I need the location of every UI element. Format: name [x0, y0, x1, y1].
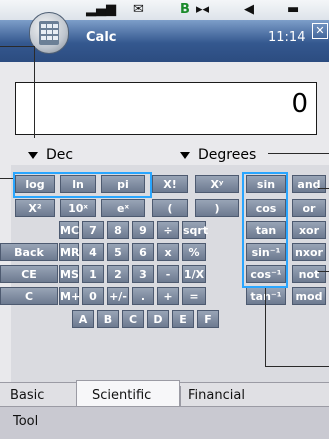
tab-basic[interactable]: Basic: [10, 386, 44, 406]
key-9[interactable]: 9: [132, 221, 154, 239]
key-cos[interactable]: cos: [246, 199, 286, 217]
key-factorial[interactable]: X!: [152, 175, 188, 193]
key-decimal[interactable]: .: [132, 287, 154, 305]
key-sqrt[interactable]: sqrt: [182, 221, 208, 239]
key-hex-e[interactable]: E: [172, 310, 194, 328]
key-arccos[interactable]: cos⁻¹: [246, 265, 286, 283]
speaker-icon[interactable]: ◀: [244, 2, 254, 18]
key-pi[interactable]: pi: [101, 175, 145, 193]
callout-line: [0, 178, 13, 179]
key-back[interactable]: Back: [0, 243, 58, 261]
key-plus[interactable]: +: [157, 287, 179, 305]
bottom-toolbar: [0, 406, 329, 439]
key-7[interactable]: 7: [82, 221, 104, 239]
key-plus-minus[interactable]: +/-: [107, 287, 129, 305]
key-ten-power[interactable]: 10ˣ: [60, 199, 96, 217]
key-close-paren[interactable]: ): [195, 199, 239, 217]
bluetooth-icon[interactable]: B: [180, 2, 190, 18]
key-and[interactable]: and: [292, 175, 326, 193]
number-base-value: Dec: [46, 147, 74, 163]
tab-financial[interactable]: Financial: [188, 386, 245, 406]
key-8[interactable]: 8: [107, 221, 129, 239]
key-power[interactable]: Xʸ: [195, 175, 239, 193]
key-ce[interactable]: CE: [0, 265, 58, 283]
key-log[interactable]: log: [15, 175, 55, 193]
key-or[interactable]: or: [292, 199, 326, 217]
close-button[interactable]: ✕: [312, 23, 328, 39]
key-percent[interactable]: %: [182, 243, 206, 261]
key-not[interactable]: not: [292, 265, 326, 283]
key-multiply[interactable]: x: [157, 243, 179, 261]
key-m-plus[interactable]: M+: [59, 287, 80, 305]
dropdown-arrow-icon: [28, 151, 38, 159]
key-6[interactable]: 6: [132, 243, 154, 261]
key-equals[interactable]: =: [182, 287, 206, 305]
callout-line: [318, 188, 329, 189]
tab-divider: [76, 386, 77, 406]
result-display: 0: [15, 82, 317, 135]
key-reciprocal[interactable]: 1/X: [182, 265, 206, 283]
key-hex-b[interactable]: B: [97, 310, 119, 328]
key-hex-d[interactable]: D: [147, 310, 169, 328]
key-arcsin[interactable]: sin⁻¹: [246, 243, 286, 261]
callout-line: [34, 46, 35, 138]
key-mr[interactable]: MR: [59, 243, 79, 261]
key-2[interactable]: 2: [107, 265, 129, 283]
display-value: 0: [291, 89, 308, 119]
key-minus[interactable]: -: [157, 265, 179, 283]
app-title: Calc: [86, 30, 117, 45]
dropdown-arrow-icon: [180, 151, 190, 159]
key-divide[interactable]: ÷: [157, 221, 179, 239]
key-1[interactable]: 1: [82, 265, 104, 283]
phone-icon[interactable]: ▸◂: [196, 2, 209, 18]
angle-unit-dropdown[interactable]: Degrees: [180, 147, 256, 163]
key-xor[interactable]: xor: [292, 221, 326, 239]
tab-scientific[interactable]: Scientific: [92, 386, 151, 406]
angle-unit-value: Degrees: [198, 147, 257, 163]
key-open-paren[interactable]: (: [152, 199, 188, 217]
key-0[interactable]: 0: [82, 287, 104, 305]
key-5[interactable]: 5: [107, 243, 129, 261]
battery-icon: ▬: [287, 2, 300, 17]
clock: 11:14: [268, 30, 306, 45]
mail-icon[interactable]: ✉: [133, 2, 144, 18]
key-ms[interactable]: MS: [59, 265, 79, 283]
tool-menu[interactable]: Tool: [13, 414, 38, 429]
key-hex-f[interactable]: F: [197, 310, 219, 328]
key-tan[interactable]: tan: [246, 221, 286, 239]
keypad: log ln pi X! Xʸ sin and X² 10ˣ eˣ ( ) co…: [0, 165, 329, 385]
signal-icon: ▂▄▆: [86, 2, 116, 17]
key-ln[interactable]: ln: [60, 175, 96, 193]
callout-line: [268, 153, 329, 154]
tab-divider: [180, 386, 181, 406]
key-3[interactable]: 3: [132, 265, 154, 283]
key-arctan[interactable]: tan⁻¹: [246, 287, 286, 305]
key-4[interactable]: 4: [82, 243, 104, 261]
key-square[interactable]: X²: [15, 199, 55, 217]
callout-line: [265, 366, 329, 367]
key-mod[interactable]: mod: [292, 287, 326, 305]
key-mc[interactable]: MC: [59, 221, 79, 239]
key-exp[interactable]: eˣ: [101, 199, 145, 217]
calculator-app-icon[interactable]: [29, 12, 69, 54]
number-base-dropdown[interactable]: Dec: [28, 147, 73, 163]
key-sin[interactable]: sin: [246, 175, 286, 193]
key-c[interactable]: C: [0, 287, 58, 305]
callout-line: [0, 46, 35, 47]
callout-line: [265, 288, 266, 366]
key-nxor[interactable]: nxor: [292, 243, 326, 261]
callout-line: [318, 271, 329, 272]
key-hex-c[interactable]: C: [122, 310, 144, 328]
key-hex-a[interactable]: A: [72, 310, 94, 328]
